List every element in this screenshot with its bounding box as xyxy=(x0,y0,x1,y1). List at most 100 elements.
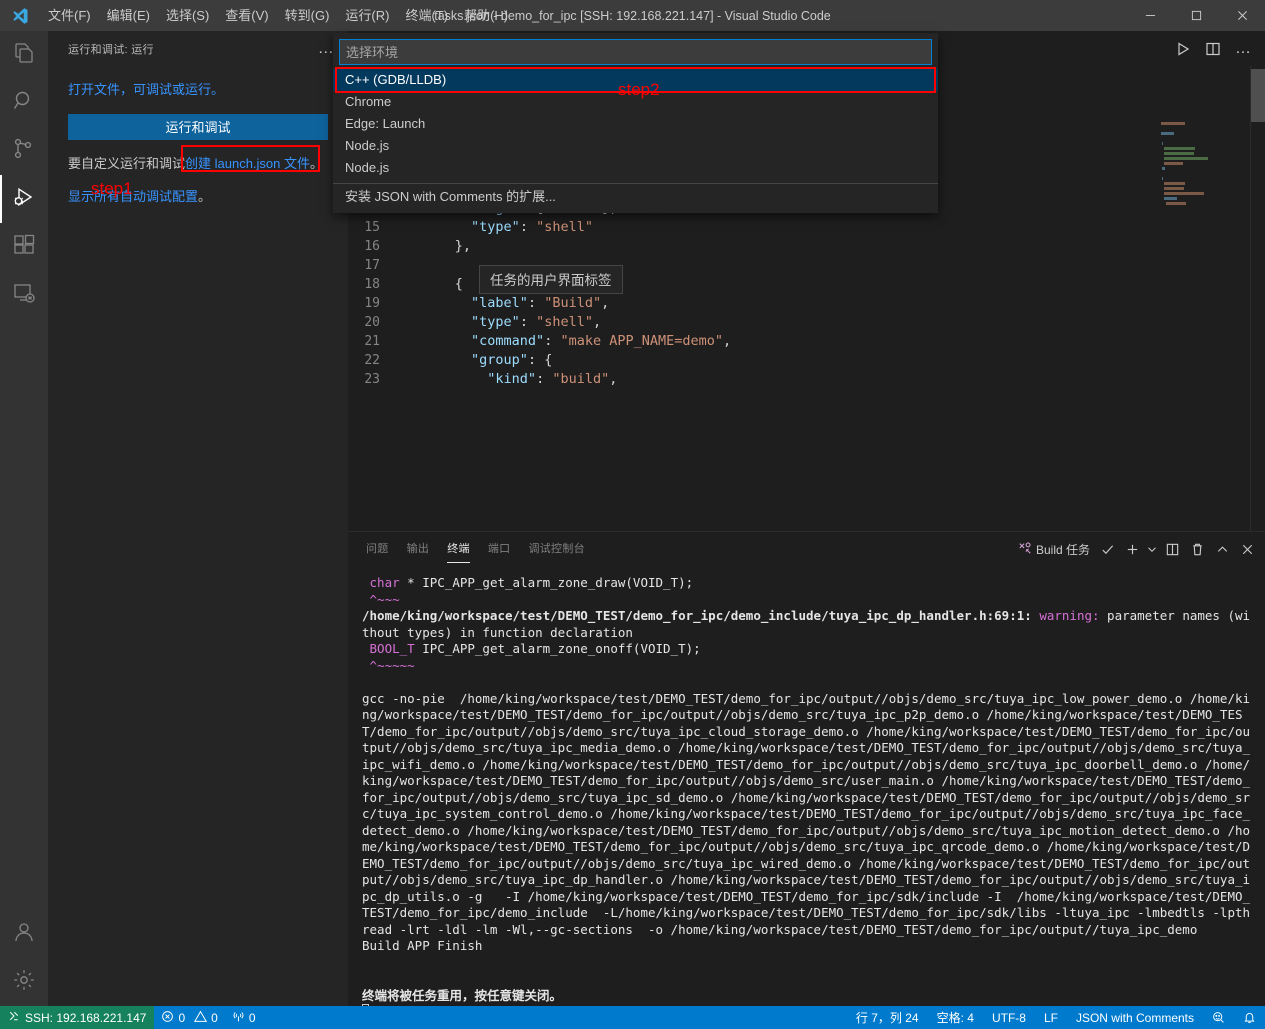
customize-hint: 要自定义运行和调试创建 launch.json 文件。 xyxy=(68,154,328,175)
active-terminal-selector[interactable]: Build 任务 xyxy=(1014,538,1094,562)
sidebar-item-explorer[interactable] xyxy=(0,31,48,79)
split-editor-icon[interactable] xyxy=(1199,35,1227,63)
ports-icon xyxy=(232,1010,245,1026)
terminal-line: gcc -no-pie /home/king/workspace/test/DE… xyxy=(362,691,1257,939)
bell-icon[interactable] xyxy=(1234,1006,1265,1029)
remote-host-label: SSH: 192.168.221.147 xyxy=(25,1011,146,1025)
customize-suffix-label: 。 xyxy=(310,156,323,171)
close-icon[interactable] xyxy=(1219,0,1265,31)
status-bar-right: 行 7，列 24 空格: 4 UTF-8 LF JSON with Commen… xyxy=(847,1006,1265,1029)
panel-tab-调试控制台[interactable]: 调试控制台 xyxy=(528,532,585,567)
minimap-line xyxy=(1164,182,1185,185)
minimap[interactable] xyxy=(1153,66,1251,531)
line-number: 18 xyxy=(348,275,406,294)
line-number: 19 xyxy=(348,294,406,313)
debug-icon xyxy=(12,185,36,214)
terminal-output[interactable]: char * IPC_APP_get_alarm_zone_draw(VOID_… xyxy=(348,567,1265,1007)
code-line: 15 "type": "shell" xyxy=(348,218,1265,237)
terminal-line: ^~~~ xyxy=(362,592,1257,609)
check-icon[interactable] xyxy=(1095,538,1119,562)
ports-indicator[interactable]: 0 xyxy=(225,1006,263,1029)
cursor-position[interactable]: 行 7，列 24 xyxy=(847,1006,928,1029)
select-environment-input[interactable] xyxy=(339,39,932,65)
create-launch-json-link[interactable]: 创建 launch.json 文件 xyxy=(185,156,310,171)
sidebar-item-source-control[interactable] xyxy=(0,127,48,175)
menu-selection[interactable]: 选择(S) xyxy=(158,0,217,31)
editor-more-actions-icon[interactable]: … xyxy=(1229,41,1257,57)
line-content: "command": "make APP_NAME=demo", xyxy=(406,332,1265,351)
problems-indicator[interactable]: 0 0 xyxy=(154,1006,224,1029)
run-icon[interactable] xyxy=(1169,35,1197,63)
error-count: 0 xyxy=(178,1011,185,1025)
show-all-configs-link[interactable]: 显示所有自动调试配置 xyxy=(68,189,198,204)
run-and-debug-button[interactable]: 运行和调试 xyxy=(68,114,328,140)
line-number: 21 xyxy=(348,332,406,351)
line-number: 20 xyxy=(348,313,406,332)
encoding[interactable]: UTF-8 xyxy=(983,1006,1035,1029)
chevron-down-icon[interactable] xyxy=(1145,538,1159,562)
chevron-up-icon[interactable] xyxy=(1210,538,1234,562)
open-file-link[interactable]: 打开文件，可调试或运行。 xyxy=(68,82,224,97)
panel-tab-问题[interactable]: 问题 xyxy=(366,532,389,567)
quick-pick-item-2[interactable]: Edge: Launch xyxy=(333,113,938,135)
gear-icon xyxy=(12,968,36,997)
panel-tab-端口[interactable]: 端口 xyxy=(488,532,511,567)
manage-settings-button[interactable] xyxy=(0,958,48,1006)
sidebar-item-extensions[interactable] xyxy=(0,223,48,271)
menu-run[interactable]: 运行(R) xyxy=(337,0,397,31)
menu-view[interactable]: 查看(V) xyxy=(217,0,276,31)
terminal-line xyxy=(362,674,1257,691)
eol[interactable]: LF xyxy=(1035,1006,1067,1029)
code-line: 16 }, xyxy=(348,237,1265,256)
trash-icon[interactable] xyxy=(1185,538,1209,562)
panel-tab-输出[interactable]: 输出 xyxy=(407,532,430,567)
line-content: "type": "shell" xyxy=(406,218,1265,237)
menu-go[interactable]: 转到(G) xyxy=(277,0,338,31)
menu-edit[interactable]: 编辑(E) xyxy=(99,0,158,31)
quick-pick-item-4[interactable]: Node.js xyxy=(333,157,938,179)
remote-host-indicator[interactable]: SSH: 192.168.221.147 xyxy=(0,1006,154,1029)
quick-pick-dropdown: C++ (GDB/LLDB)ChromeEdge: LaunchNode.jsN… xyxy=(333,33,938,213)
indentation[interactable]: 空格: 4 xyxy=(928,1006,983,1029)
smiley-icon[interactable] xyxy=(1203,1006,1234,1029)
quick-pick-item-3[interactable]: Node.js xyxy=(333,135,938,157)
accounts-button[interactable] xyxy=(0,910,48,958)
open-file-hint: 打开文件，可调试或运行。 xyxy=(68,80,328,101)
sidebar-item-remote-explorer[interactable] xyxy=(0,271,48,319)
editor-scrollbar-thumb[interactable] xyxy=(1251,69,1265,122)
quick-pick-install-extension-item[interactable]: 安装 JSON with Comments 的扩展... xyxy=(333,183,938,209)
minimap-line xyxy=(1161,132,1174,135)
sidebar-item-search[interactable] xyxy=(0,79,48,127)
menu-bar[interactable]: 文件(F) 编辑(E) 选择(S) 查看(V) 转到(G) 运行(R) 终端(T… xyxy=(40,0,516,31)
menu-file[interactable]: 文件(F) xyxy=(40,0,99,31)
editor-scrollbar[interactable] xyxy=(1251,66,1265,531)
minimap-line xyxy=(1162,142,1163,145)
panel-tab-终端[interactable]: 终端 xyxy=(447,532,470,567)
ports-count: 0 xyxy=(249,1011,256,1025)
minimize-icon[interactable] xyxy=(1127,0,1173,31)
line-content: "kind": "build", xyxy=(406,370,1265,389)
minimap-line xyxy=(1162,167,1165,170)
terminal-line: Build APP Finish xyxy=(362,938,1257,955)
window-controls[interactable] xyxy=(1127,0,1265,31)
minimap-lines xyxy=(1153,122,1251,205)
remote-icon xyxy=(8,1010,20,1025)
line-number: 23 xyxy=(348,370,406,389)
bottom-panel: 问题输出终端端口调试控制台 Build 任务 xyxy=(348,531,1265,1006)
menu-help[interactable]: 帮助(H) xyxy=(456,0,516,31)
close-panel-icon[interactable] xyxy=(1235,538,1259,562)
minimap-line xyxy=(1164,197,1177,200)
code-line: 23 "kind": "build", xyxy=(348,370,1265,389)
split-terminal-icon[interactable] xyxy=(1160,538,1184,562)
sidebar-item-run-and-debug[interactable] xyxy=(0,175,48,223)
task-label: Build 任务 xyxy=(1036,541,1090,558)
search-icon xyxy=(12,89,36,118)
minimap-line xyxy=(1164,152,1194,155)
plus-icon[interactable] xyxy=(1120,538,1144,562)
menu-terminal[interactable]: 终端(T) xyxy=(397,0,456,31)
maximize-icon[interactable] xyxy=(1173,0,1219,31)
terminal-line: char * IPC_APP_get_alarm_zone_draw(VOID_… xyxy=(362,575,1257,592)
hover-tooltip: 任务的用户界面标签 xyxy=(479,265,623,294)
language-mode[interactable]: JSON with Comments xyxy=(1067,1006,1203,1029)
code-line: 22 "group": { xyxy=(348,351,1265,370)
